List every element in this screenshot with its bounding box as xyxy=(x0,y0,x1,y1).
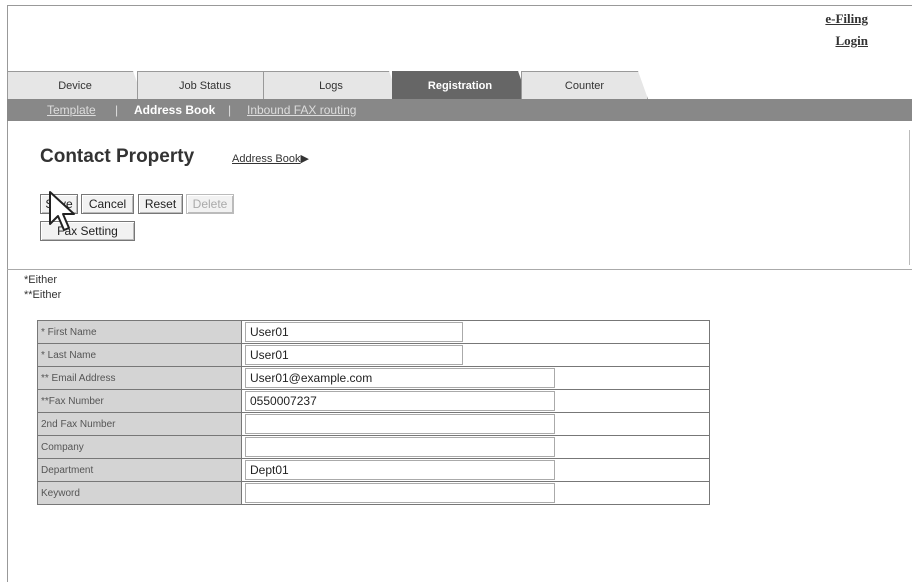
fax-number-field[interactable]: 0550007237 xyxy=(245,391,555,411)
breadcrumb-arrow-icon: ▶ xyxy=(300,153,309,165)
tab-job-status[interactable]: Job Status xyxy=(137,71,273,99)
top-links: e-Filing Login xyxy=(825,8,868,52)
email-address-label: ** Email Address xyxy=(37,366,242,390)
subnav-separator: | xyxy=(115,103,119,117)
subnav-inbound-fax-routing[interactable]: Inbound FAX routing xyxy=(247,103,356,117)
company-field[interactable] xyxy=(245,437,555,457)
mouse-pointer-icon xyxy=(49,191,75,231)
form-row-first-name: * First Name User01 xyxy=(37,320,710,344)
breadcrumb: Address Book▶ xyxy=(232,152,309,165)
form-row-email: ** Email Address User01@example.com xyxy=(37,366,710,390)
department-label: Department xyxy=(37,458,242,482)
keyword-label: Keyword xyxy=(37,481,242,505)
cancel-button[interactable]: Cancel xyxy=(81,194,134,214)
department-field[interactable]: Dept01 xyxy=(245,460,555,480)
form-row-company: Company xyxy=(37,435,710,459)
sub-navigation: Template | Address Book | Inbound FAX ro… xyxy=(7,99,912,121)
panel-border xyxy=(909,130,910,265)
company-label: Company xyxy=(37,435,242,459)
form-row-last-name: * Last Name User01 xyxy=(37,343,710,367)
subnav-address-book[interactable]: Address Book xyxy=(134,103,215,117)
second-fax-number-label: 2nd Fax Number xyxy=(37,412,242,436)
either-note: **Either xyxy=(24,289,62,301)
form-row-department: Department Dept01 xyxy=(37,458,710,482)
main-tabs: Device Job Status Logs Registration Coun… xyxy=(7,66,912,99)
first-name-label: * First Name xyxy=(37,320,242,344)
second-fax-number-field[interactable] xyxy=(245,414,555,434)
form-row-fax: **Fax Number 0550007237 xyxy=(37,389,710,413)
form-row-keyword: Keyword xyxy=(37,481,710,505)
form-row-2nd-fax: 2nd Fax Number xyxy=(37,412,710,436)
subnav-separator: | xyxy=(228,103,232,117)
email-address-field[interactable]: User01@example.com xyxy=(245,368,555,388)
fax-number-label: **Fax Number xyxy=(37,389,242,413)
last-name-field[interactable]: User01 xyxy=(245,345,463,365)
reset-button[interactable]: Reset xyxy=(138,194,183,214)
last-name-label: * Last Name xyxy=(37,343,242,367)
divider xyxy=(7,269,912,270)
subnav-template[interactable]: Template xyxy=(47,103,96,117)
page-title: Contact Property xyxy=(40,146,195,167)
contact-property-form: * First Name User01 * Last Name User01 *… xyxy=(37,320,710,505)
keyword-field[interactable] xyxy=(245,483,555,503)
breadcrumb-address-book-link[interactable]: Address Book xyxy=(232,153,300,165)
tab-counter[interactable]: Counter xyxy=(521,71,648,99)
tab-registration[interactable]: Registration xyxy=(392,71,528,99)
tab-device[interactable]: Device xyxy=(7,71,143,99)
tab-logs[interactable]: Logs xyxy=(263,71,399,99)
login-link[interactable]: Login xyxy=(825,30,868,52)
first-name-field[interactable]: User01 xyxy=(245,322,463,342)
delete-button: Delete xyxy=(186,194,234,214)
efiling-link[interactable]: e-Filing xyxy=(825,8,868,30)
either-note: *Either xyxy=(24,274,58,286)
